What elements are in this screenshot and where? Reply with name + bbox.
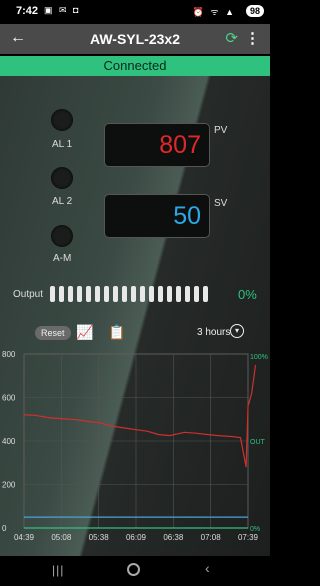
output-segment xyxy=(77,286,82,302)
status-time: 7:42 xyxy=(16,5,39,17)
x-tick-label: 06:09 xyxy=(126,533,147,542)
output-segment xyxy=(158,286,163,302)
output-label: Output xyxy=(13,289,44,300)
x-tick-label: 05:38 xyxy=(89,533,110,542)
sv-label: SV xyxy=(214,198,228,209)
output-segment xyxy=(167,286,172,302)
system-nav-bar: ||| ‹ xyxy=(0,556,270,586)
x-tick-label: 06:38 xyxy=(163,533,184,542)
output-segment xyxy=(131,286,136,302)
y-tick-label: 600 xyxy=(2,394,16,403)
output-segment xyxy=(104,286,109,302)
y-right-label: 100% xyxy=(250,354,268,361)
range-select[interactable]: 3 hours xyxy=(197,327,230,338)
output-segment xyxy=(176,286,181,302)
output-segment xyxy=(113,286,118,302)
home-icon[interactable] xyxy=(127,563,140,576)
output-bar xyxy=(50,286,208,302)
output-segment xyxy=(86,286,91,302)
y-right-label: OUT xyxy=(250,439,266,446)
y-tick-label: 0 xyxy=(2,524,7,533)
notification-icons: ▣ ✉ ◘ xyxy=(44,5,81,15)
output-segment xyxy=(59,286,64,302)
sv-display[interactable]: 50 xyxy=(104,194,210,238)
al2-indicator xyxy=(51,167,73,189)
al2-label: AL 2 xyxy=(52,196,73,207)
battery-icon: 98 xyxy=(245,5,264,17)
clipboard-edit-icon[interactable]: 📋 xyxy=(108,324,125,341)
output-segment xyxy=(50,286,55,302)
y-tick-label: 800 xyxy=(2,350,16,359)
output-segment xyxy=(203,286,208,302)
x-tick-label: 05:08 xyxy=(51,533,72,542)
al1-indicator xyxy=(51,109,73,131)
trend-chart-svg: 800 600 400 200 0 04:39 05:08 05:38 06:09 06:38 07… xyxy=(2,350,268,542)
chart-icon[interactable]: 📈 xyxy=(76,324,93,341)
signal-wifi-icons: ⏰ ᯤ ▲ xyxy=(192,7,236,17)
chevron-down-icon[interactable]: ▾ xyxy=(230,324,244,338)
x-tick-label: 07:08 xyxy=(201,533,222,542)
recents-icon[interactable]: ||| xyxy=(52,563,64,577)
output-percent: 0% xyxy=(238,287,257,302)
more-vert-icon[interactable]: ⋮ xyxy=(245,29,260,47)
y-tick-label: 400 xyxy=(2,437,16,446)
refresh-icon[interactable]: ⟳ xyxy=(225,29,238,47)
output-segment xyxy=(149,286,154,302)
reset-button[interactable]: Reset xyxy=(35,326,71,340)
connection-status: Connected xyxy=(0,56,270,76)
y-tick-label: 200 xyxy=(2,481,16,490)
status-bar: 7:42 ▣ ✉ ◘ ⏰ ᯤ ▲ 98 xyxy=(0,0,270,24)
al1-label: AL 1 xyxy=(52,139,73,150)
output-segment xyxy=(185,286,190,302)
am-indicator[interactable] xyxy=(51,225,73,247)
back-icon[interactable]: ‹ xyxy=(205,560,210,576)
y-right-label: 0% xyxy=(250,526,260,533)
x-tick-label: 04:39 xyxy=(14,533,35,542)
am-label: A-M xyxy=(53,253,72,264)
pv-label: PV xyxy=(214,125,228,136)
output-segment xyxy=(68,286,73,302)
series-line xyxy=(23,364,257,468)
output-segment xyxy=(122,286,127,302)
app-bar: ← AW-SYL-23x2 ⟳ ⋮ xyxy=(0,24,270,54)
x-tick-label: 07:39 xyxy=(238,533,259,542)
output-segment xyxy=(95,286,100,302)
output-segment xyxy=(140,286,145,302)
output-segment xyxy=(194,286,199,302)
trend-chart: 800 600 400 200 0 04:39 05:08 05:38 06:09 06:38 07… xyxy=(0,344,270,546)
controller-panel: AL 1 AL 2 A-M 807 PV 50 SV Output 0% Res… xyxy=(0,76,270,556)
pv-display: 807 xyxy=(104,123,210,167)
